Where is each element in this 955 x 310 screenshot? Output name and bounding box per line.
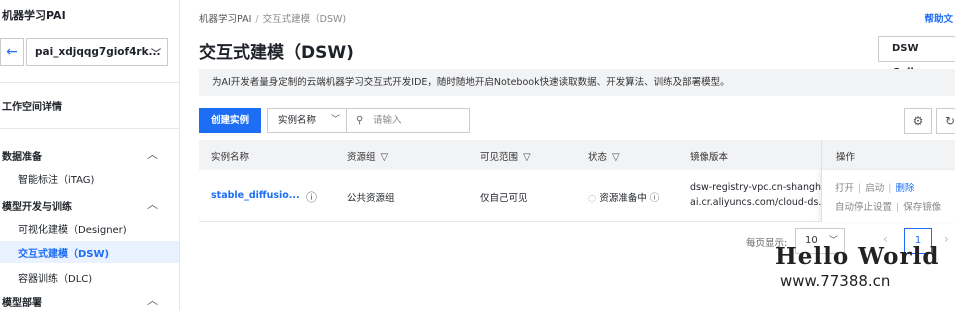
divider: [0, 128, 180, 129]
create-instance-button[interactable]: 创建实例: [199, 108, 261, 133]
auto-stop-action[interactable]: 自动停止设置: [835, 202, 892, 213]
filter-icon[interactable]: ▽: [612, 152, 620, 163]
watermark-url: www.77388.cn: [780, 272, 891, 290]
search-placeholder: 请输入: [373, 115, 402, 126]
app-title: 机器学习PAI: [2, 9, 66, 22]
sidebar-group-label: 模型开发与训练: [2, 202, 72, 213]
breadcrumb: 机器学习PAI / 交互式建模（DSW): [199, 11, 346, 25]
sidebar-item-dlc[interactable]: 容器训练（DLC): [18, 270, 92, 285]
refresh-button[interactable]: ↻: [936, 108, 955, 134]
column-header-name: 实例名称: [211, 149, 249, 163]
chevron-up-icon: ︿: [147, 294, 158, 307]
page-title: 交互式建模（DSW): [199, 43, 354, 63]
action-separator: |: [858, 183, 862, 194]
action-separator: |: [888, 183, 892, 194]
watermark-title: Hello World: [775, 243, 940, 270]
workspace-row: ← pai_xdjqqg7giof4rk... ﹀: [0, 38, 168, 66]
instance-name-link[interactable]: stable_diffusio...: [211, 190, 300, 201]
column-header-resource-group[interactable]: 资源组 ▽: [347, 149, 388, 163]
actions-row-2: 自动停止设置 | 保存镜像: [835, 199, 941, 213]
sidebar-item-workspace-details[interactable]: 工作空间详情: [2, 98, 62, 113]
next-page-button[interactable]: ›: [944, 232, 949, 246]
filter-field-label: 实例名称: [278, 115, 317, 126]
column-header-visibility[interactable]: 可见范围 ▽: [480, 149, 531, 163]
column-label: 资源组: [347, 152, 376, 163]
refresh-icon: ↻: [944, 114, 955, 128]
help-link[interactable]: 帮助文: [924, 11, 953, 25]
column-label: 操作: [836, 152, 856, 163]
info-icon[interactable]: ⓘ: [650, 193, 660, 204]
breadcrumb-separator: /: [255, 14, 259, 25]
column-label: 镜像版本: [690, 152, 729, 163]
open-action[interactable]: 打开: [835, 183, 854, 194]
filter-icon[interactable]: ▽: [381, 152, 389, 163]
visibility-cell: 仅自己可见: [480, 193, 528, 204]
breadcrumb-current: 交互式建模（DSW): [262, 14, 347, 25]
image-version-line1: dsw-registry-vpc.cn-shangh: [690, 182, 822, 193]
resource-group-cell: 公共资源组: [347, 193, 395, 204]
column-header-image: 镜像版本: [690, 149, 728, 163]
column-label: 实例名称: [211, 152, 250, 163]
notice-banner: 为AI开发者量身定制的云端机器学习交互式开发IDE，随时随地开启Notebook…: [199, 69, 955, 96]
column-header-status[interactable]: 状态 ▽: [588, 149, 620, 163]
sidebar: 机器学习PAI ← pai_xdjqqg7giof4rk... ﹀ 工作空间详情…: [0, 0, 180, 310]
status-cell: ◌ 资源准备中 ⓘ: [588, 190, 659, 204]
chevron-down-icon: ﹀: [330, 115, 340, 125]
sidebar-item-dsw[interactable]: 交互式建模（DSW): [0, 241, 179, 263]
sidebar-group-deploy[interactable]: 模型部署 ︿: [0, 292, 176, 310]
dsw-gallery-button[interactable]: DSW Gallery: [878, 36, 955, 78]
sidebar-group-label: 模型部署: [2, 298, 42, 309]
image-version-line2: ai.cr.aliyuncs.com/cloud-ds...: [690, 197, 828, 208]
start-action[interactable]: 启动: [865, 183, 884, 194]
sidebar-group-data-prep[interactable]: 数据准备 ︿: [0, 146, 176, 164]
sidebar-item-designer[interactable]: 可视化建模（Designer): [18, 221, 127, 236]
filter-icon[interactable]: ▽: [523, 152, 531, 163]
chevron-up-icon: ︿: [147, 198, 158, 211]
divider: [0, 82, 180, 83]
column-label: 状态: [588, 152, 608, 163]
actions-cell: 打开 | 启动 | 删除 自动停止设置 | 保存镜像: [821, 170, 955, 222]
column-header-actions: 操作: [821, 140, 955, 170]
status-text: 资源准备中: [599, 193, 647, 204]
loading-icon: ◌: [588, 193, 597, 204]
filter-field-select[interactable]: 实例名称 ﹀: [267, 108, 347, 133]
info-icon[interactable]: ⓘ: [306, 189, 317, 205]
breadcrumb-root[interactable]: 机器学习PAI: [199, 14, 251, 25]
delete-action[interactable]: 删除: [895, 183, 914, 194]
search-input[interactable]: ⚲ 请输入: [346, 108, 470, 133]
settings-button[interactable]: ⚙: [904, 108, 932, 134]
gear-icon: ⚙: [912, 114, 924, 128]
sidebar-group-model-dev[interactable]: 模型开发与训练 ︿: [0, 196, 176, 214]
workspace-select[interactable]: pai_xdjqqg7giof4rk... ﹀: [26, 38, 168, 66]
actions-row-1: 打开 | 启动 | 删除: [835, 180, 914, 194]
back-button[interactable]: ←: [0, 38, 24, 66]
chevron-down-icon: ﹀: [151, 49, 161, 60]
sidebar-item-label: 交互式建模（DSW): [18, 249, 110, 260]
search-icon: ⚲: [356, 115, 364, 126]
workspace-name: pai_xdjqqg7giof4rk...: [35, 46, 161, 58]
sidebar-item-itag[interactable]: 智能标注（iTAG): [18, 171, 94, 186]
arrow-left-icon: ←: [6, 44, 18, 60]
column-label: 可见范围: [480, 152, 519, 163]
sidebar-group-label: 数据准备: [2, 152, 42, 163]
action-separator: |: [896, 202, 900, 213]
save-image-action[interactable]: 保存镜像: [903, 202, 941, 213]
chevron-up-icon: ︿: [147, 148, 158, 161]
